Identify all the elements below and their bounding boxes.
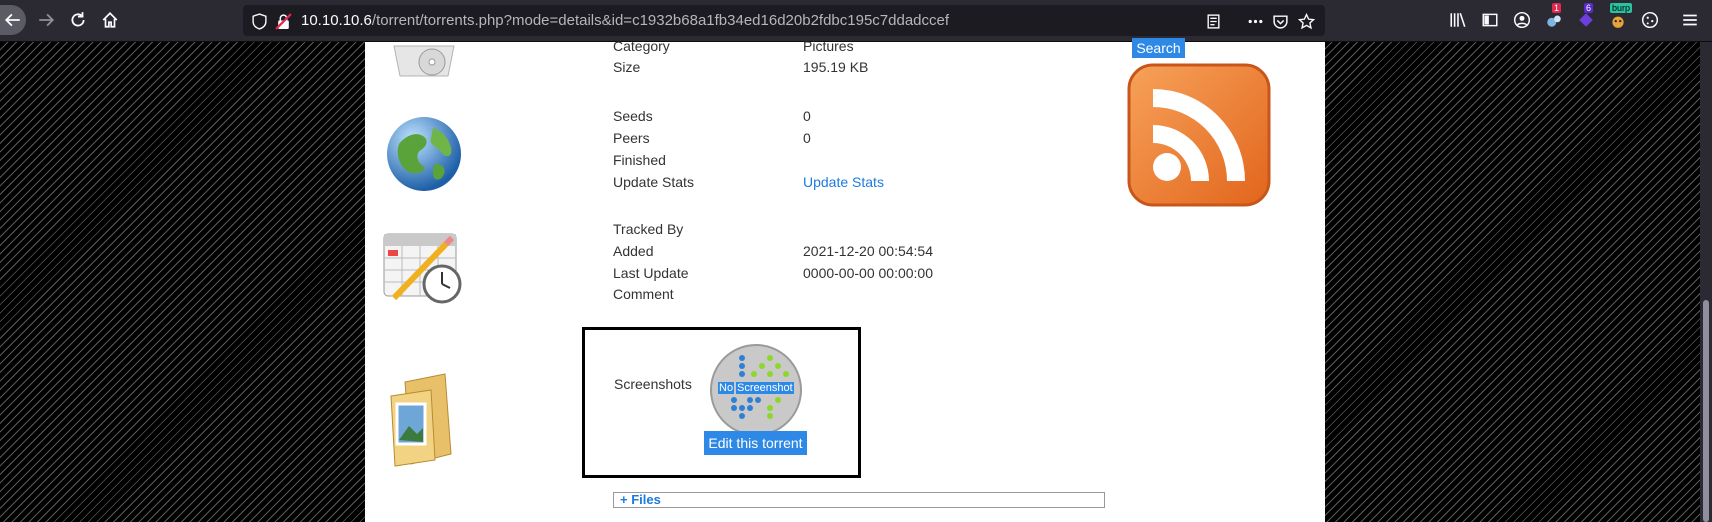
added-value: 2021-12-20 00:54:54 (803, 243, 933, 259)
update-stats-link[interactable]: Update Stats (803, 174, 884, 190)
no-screenshot-image: No Screenshot (710, 344, 802, 436)
library-icon (1450, 13, 1466, 27)
no-screenshot-word-2: Screenshot (736, 382, 794, 394)
extension-button-1[interactable]: 1 (1540, 3, 1568, 34)
cookie-extension-button[interactable] (1636, 6, 1664, 34)
extension-2-icon (1579, 13, 1593, 27)
category-label: Category (613, 38, 670, 54)
torrent-details-page: Category Pictures Size 195.19 KB Seeds 0… (365, 38, 1325, 522)
comment-label: Comment (613, 286, 674, 302)
back-button[interactable] (0, 5, 26, 35)
peers-value: 0 (803, 130, 811, 146)
seeds-label: Seeds (613, 108, 653, 124)
last-update-label: Last Update (613, 265, 689, 281)
files-toggle-link[interactable]: + Files (620, 493, 661, 507)
calendar-clock-icon (383, 233, 462, 304)
scrollbar-thumb[interactable] (1703, 300, 1709, 522)
library-button[interactable] (1444, 6, 1472, 34)
pocket-icon[interactable] (1270, 11, 1290, 31)
burp-badge: burp (1610, 3, 1633, 13)
bookmark-star-icon[interactable] (1296, 11, 1316, 31)
app-menu-button[interactable] (1676, 6, 1704, 34)
cookie-icon (1641, 11, 1659, 29)
peers-label: Peers (613, 130, 650, 146)
update-stats-label: Update Stats (613, 174, 694, 190)
forward-arrow-icon (39, 13, 55, 27)
account-button[interactable] (1508, 6, 1536, 34)
url-bar[interactable]: 10.10.10.6/torrent/torrents.php?mode=det… (243, 5, 1325, 36)
extension-button-2[interactable]: 6 (1572, 3, 1600, 34)
disc-box-icon (393, 45, 455, 77)
extension-1-badge: 1 (1552, 3, 1562, 13)
reader-view-icon[interactable] (1203, 11, 1223, 31)
screenshots-label: Screenshots (614, 376, 692, 392)
finished-label: Finished (613, 152, 666, 168)
search-button[interactable]: Search (1132, 38, 1185, 58)
files-toggle-box[interactable]: + Files (613, 492, 1105, 508)
no-screenshot-word-1: No (718, 382, 735, 394)
page-scrollbar[interactable] (1700, 42, 1712, 522)
rss-feed-icon[interactable] (1127, 63, 1271, 207)
page-actions-icon[interactable] (1245, 11, 1265, 31)
last-update-value: 0000-00-00 00:00:00 (803, 265, 933, 281)
category-value: Pictures (803, 38, 854, 54)
folder-pictures-icon (390, 373, 452, 467)
reload-button[interactable] (64, 6, 92, 34)
sidebar-icon (1482, 13, 1498, 27)
sidebar-button[interactable] (1476, 6, 1504, 34)
size-label: Size (613, 59, 641, 75)
home-icon (102, 12, 118, 28)
reload-icon (71, 12, 85, 27)
insecure-lock-icon[interactable] (273, 11, 293, 31)
seeds-value: 0 (803, 108, 811, 124)
edit-torrent-button[interactable]: Edit this torrent (704, 431, 807, 455)
hamburger-menu-icon (1683, 14, 1697, 26)
forward-button[interactable] (32, 6, 60, 34)
screenshots-section: Screenshots No Screenshot Edit this torr… (582, 327, 861, 478)
browser-toolbar: 10.10.10.6/torrent/torrents.php?mode=det… (0, 0, 1712, 42)
size-value: 195.19 KB (803, 59, 869, 75)
burp-extension-button[interactable]: burp (1604, 3, 1633, 34)
account-icon (1513, 11, 1531, 29)
burp-fox-icon (1612, 16, 1624, 28)
home-button[interactable] (96, 6, 124, 34)
extension-2-badge: 6 (1584, 3, 1594, 13)
url-host: 10.10.10.6 (301, 12, 372, 29)
url-path: /torrent/torrents.php?mode=details&id=c1… (371, 12, 950, 29)
extension-1-icon (1547, 15, 1561, 27)
globe-icon (387, 117, 461, 191)
added-label: Added (613, 243, 654, 259)
back-arrow-icon (4, 13, 20, 27)
tracked-by-label: Tracked By (613, 221, 684, 237)
tracking-shield-icon[interactable] (249, 11, 269, 31)
url-text[interactable]: 10.10.10.6/torrent/torrents.php?mode=det… (301, 12, 949, 29)
